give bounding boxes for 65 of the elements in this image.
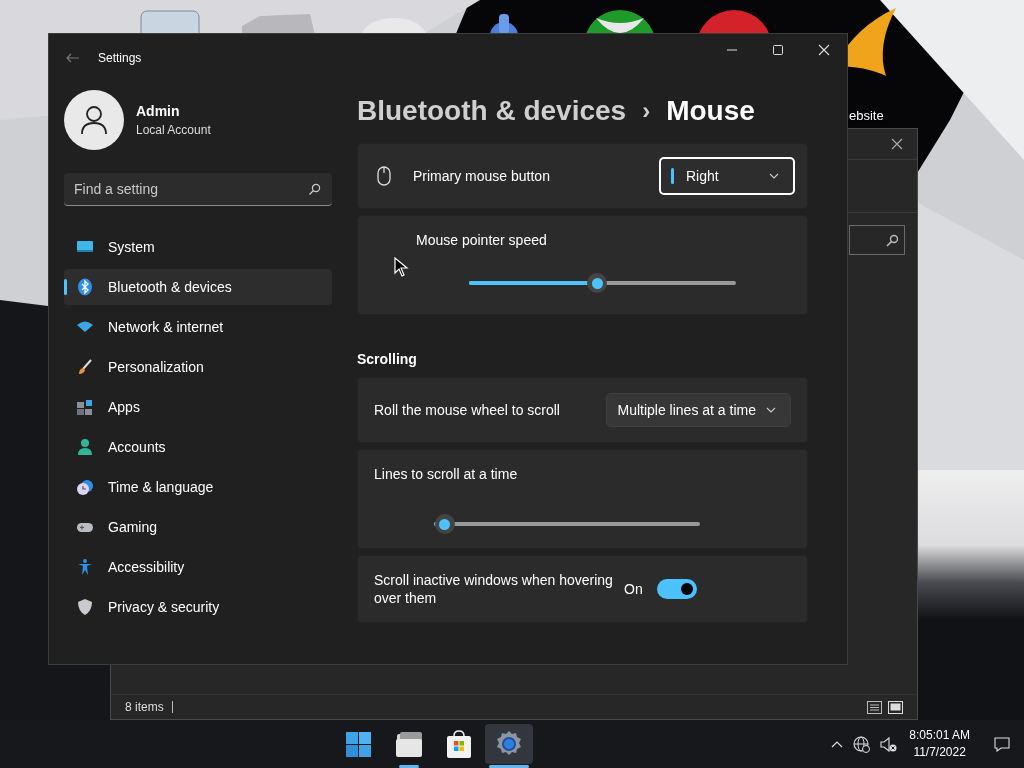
person-icon (80, 105, 108, 135)
nav-item[interactable]: Network & internet (64, 309, 332, 345)
nav-item[interactable]: Accounts (64, 429, 332, 465)
close-icon (818, 44, 830, 56)
back-arrow-icon[interactable] (65, 52, 80, 64)
nav-item[interactable]: Personalization (64, 349, 332, 385)
account-name: Admin (136, 103, 181, 119)
slider-track[interactable] (469, 273, 736, 293)
chevron-down-icon (769, 173, 779, 179)
setting-label: Primary mouse button (413, 168, 551, 184)
setting-label: Mouse pointer speed (416, 232, 547, 248)
nav-item[interactable]: Time & language (64, 469, 332, 505)
dropdown[interactable]: Right (659, 157, 795, 195)
shield-icon (76, 598, 94, 616)
toggle-switch[interactable] (656, 579, 697, 599)
clock-time[interactable]: 8:05:01 AM (909, 727, 970, 744)
bluetooth-icon (76, 278, 94, 296)
tiles-view-icon[interactable] (888, 700, 903, 714)
section-heading: Scrolling (357, 351, 418, 367)
nav-item[interactable]: Gaming (64, 509, 332, 545)
icon-label: ebsite (849, 108, 884, 123)
caret-up-icon[interactable] (831, 740, 844, 748)
close-icon[interactable] (891, 138, 903, 150)
window-title: Settings (98, 51, 143, 65)
gear-icon (494, 730, 523, 758)
search-field[interactable] (849, 225, 905, 255)
windows-icon (346, 731, 372, 757)
person-icon (76, 438, 94, 456)
dropdown[interactable]: Multiple lines at a time (606, 393, 791, 427)
item-count: 8 items (125, 701, 173, 713)
search-icon (308, 183, 321, 196)
search-field[interactable]: Find a setting (64, 173, 332, 206)
chevron-down-icon (766, 407, 776, 413)
speaker-muted-icon[interactable] (880, 735, 898, 753)
maximize-icon (772, 44, 784, 56)
apps-icon (76, 398, 94, 416)
nav-item[interactable]: Accessibility (64, 549, 332, 585)
breadcrumb-separator: › (642, 96, 651, 125)
nav-item[interactable]: Bluetooth & devices (64, 269, 332, 305)
nav-item[interactable]: Privacy & security (64, 589, 332, 625)
clock-date[interactable]: 11/7/2022 (913, 744, 966, 761)
brush-icon (76, 358, 94, 376)
breadcrumb-link[interactable]: Bluetooth & devices (357, 94, 627, 127)
notification-icon[interactable] (994, 736, 1010, 752)
clock-icon (76, 478, 94, 496)
toggle-state: On (624, 581, 643, 597)
setting-label: Scroll inactive windows when hovering over them (374, 571, 614, 607)
setting-label: Roll the mouse wheel to scroll (374, 402, 561, 418)
globe-icon[interactable] (853, 735, 871, 753)
store-bag-icon (444, 729, 473, 759)
folders-icon (394, 730, 423, 758)
mouse-icon (377, 166, 391, 186)
page-title: Mouse (666, 94, 755, 127)
cursor-icon (394, 257, 409, 278)
details-view-icon[interactable] (867, 700, 882, 714)
account-type: Local Account (136, 123, 211, 137)
slider-thumb[interactable] (587, 273, 608, 293)
figure-icon (76, 558, 94, 576)
bin-icon (140, 10, 200, 33)
slider-thumb[interactable] (434, 514, 455, 534)
slider-track[interactable] (434, 514, 700, 534)
nav-item[interactable]: System (64, 229, 332, 265)
search-icon (885, 233, 898, 247)
setting-label: Lines to scroll at a time (374, 466, 518, 482)
nav-item[interactable]: Apps (64, 389, 332, 425)
